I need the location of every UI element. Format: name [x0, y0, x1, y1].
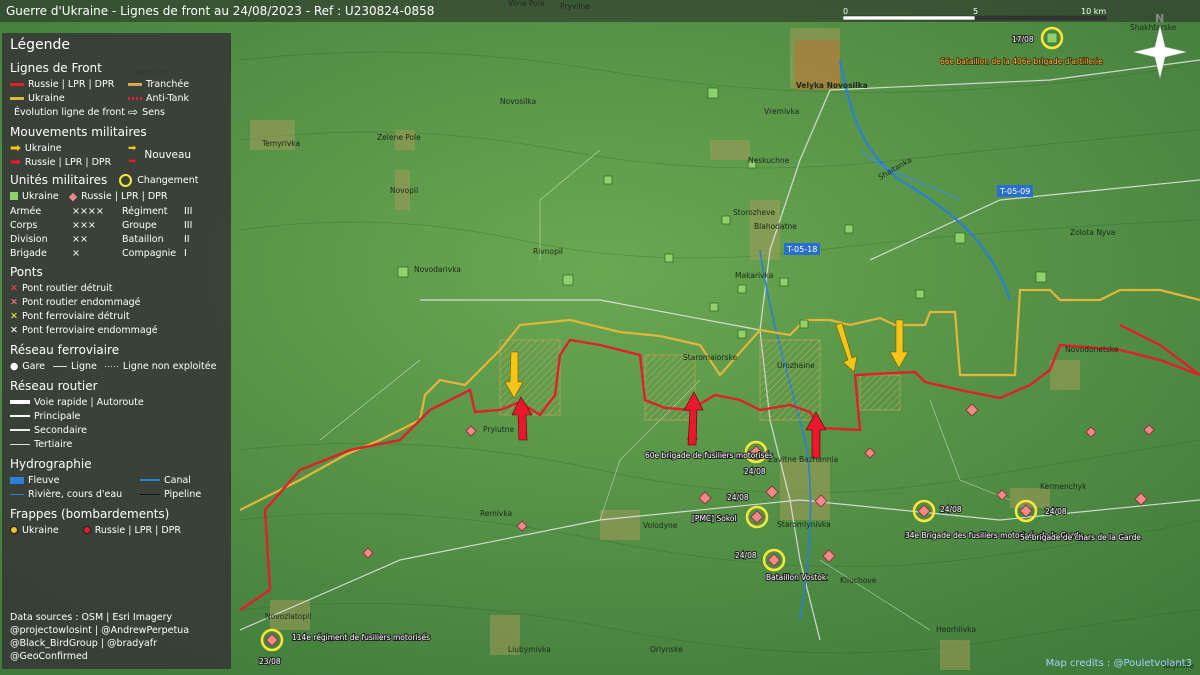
place-label: Remivka — [480, 509, 512, 518]
place-label: Blahodatne — [754, 222, 797, 231]
legend-antitank: Anti-Tank — [146, 92, 190, 104]
place-label: Heorhiivka — [936, 625, 976, 634]
legend-road-heading: Réseau routier — [10, 379, 98, 393]
legend-front-russia: Russie | LPR | DPR — [28, 78, 115, 90]
place-label: Zolota Nyva — [1070, 228, 1115, 237]
unit-114-label: 114e régiment de fusiliers motorisés — [292, 633, 430, 642]
unit-66-date: 17/08 — [1012, 35, 1034, 44]
place-label: Staromaiorske — [683, 353, 737, 362]
place-label: Kliuchove — [840, 576, 877, 585]
svg-text:10 km: 10 km — [1081, 7, 1106, 16]
unit-60-label: 60e brigade de fusiliers motorisés — [645, 451, 773, 460]
legend-unit-russia: Russie | LPR | DPR — [81, 190, 168, 202]
place-label: Novodarivka — [414, 265, 461, 274]
place-label: T-05-18 — [786, 245, 817, 254]
legend-move-new: Nouveau — [144, 149, 192, 161]
legend-title: Légende — [10, 37, 71, 53]
legend-move-ukraine: Ukraine — [24, 142, 62, 154]
russia-unit-icon: ◆ — [68, 189, 78, 203]
ukraine-strike-icon — [10, 526, 18, 534]
place-label: Kermenchyk — [1040, 482, 1087, 491]
legend-unit-ukraine: Ukraine — [22, 190, 59, 202]
bridge-road-damaged-icon: ✕ — [10, 296, 18, 308]
red-arrow-icon: ➡ — [10, 154, 21, 170]
place-label: Staromlynivka — [777, 520, 831, 529]
unit-5-label: 5e brigade de chars de la Garde — [1020, 533, 1141, 542]
legend-trench: Tranchée — [146, 78, 190, 90]
place-label: Pryiutne — [483, 425, 514, 434]
legend-panel: Légende Lignes de Front Russie | LPR | D… — [2, 33, 231, 669]
russia-strike-icon — [82, 526, 91, 534]
place-label: Temyrivka — [261, 139, 300, 148]
yellow-arrow-icon: ➡ — [10, 140, 21, 156]
place-label: Storozheve — [733, 208, 776, 217]
legend-front-ukraine: Ukraine — [28, 92, 65, 104]
unit-vostok-date: 24/08 — [735, 551, 757, 560]
legend-hydro-heading: Hydrographie — [10, 457, 92, 471]
legend-direction: Sens — [142, 106, 165, 118]
unit-sokol-date: 24/08 — [727, 493, 749, 502]
legend-move-russia: Russie | LPR | DPR — [24, 156, 112, 168]
place-label: Zavitne Bazhannia — [768, 455, 838, 464]
place-label: Vremivka — [764, 107, 799, 116]
legend-movements-heading: Mouvements militaires — [10, 125, 147, 139]
bridge-rail-destroyed-icon: ✕ — [10, 310, 18, 322]
unit-sokol-label: [PMC] Sokol — [692, 514, 737, 523]
scale-bar: 0 5 10 km — [842, 5, 1108, 27]
new-ukraine-arrow-icon: ➡ — [128, 143, 137, 154]
map-credit: Map credits : @Pouletvolant3 — [1045, 658, 1192, 669]
bridge-rail-damaged-icon: ✕ — [10, 324, 18, 336]
new-russia-arrow-icon: ➡ — [128, 156, 137, 167]
place-label: Velyka Novosilka — [796, 81, 868, 90]
place-label: Liubymivka — [508, 645, 551, 654]
unit-66-label: 66e bataillon de la 406e brigade d'artil… — [940, 57, 1103, 66]
place-label: Novopil — [390, 186, 418, 195]
legend-strikes-heading: Frappes (bombardements) — [10, 507, 170, 521]
place-label: Makarivka — [735, 271, 773, 280]
svg-text:0: 0 — [843, 7, 848, 16]
legend-front-heading: Lignes de Front — [10, 61, 102, 75]
place-label: Orlynske — [650, 645, 683, 654]
place-label: Novosilka — [500, 97, 536, 106]
svg-text:5: 5 — [973, 7, 978, 16]
ukraine-unit-icon — [10, 192, 18, 200]
place-label: Shakhtarske — [1130, 23, 1177, 32]
place-label: Novozlatopil — [265, 612, 311, 621]
unit-size-table: Armée ×××× Régiment III Corps ××× Groupe III D… — [10, 206, 193, 259]
place-label: T-05-09 — [999, 187, 1030, 196]
place-label: Novodonetske — [1065, 345, 1119, 354]
unit-60-date: 24/08 — [744, 467, 766, 476]
legend-change: Changement — [137, 174, 199, 186]
station-icon: ● — [10, 360, 19, 372]
unit-5-date: 24/08 — [1045, 507, 1067, 516]
unit-114-date: 23/08 — [259, 657, 281, 666]
place-label: Volodyne — [643, 521, 678, 530]
unit-vostok-label: Bataillon Vostok — [766, 573, 827, 582]
place-label: Neskuchne — [748, 156, 790, 165]
unit-34-date: 24/08 — [940, 505, 962, 514]
legend-units-heading: Unités militaires — [10, 173, 108, 187]
legend-evolution: Évolution ligne de front — [14, 106, 126, 118]
legend-rail-heading: Réseau ferroviaire — [10, 343, 120, 357]
legend-bridges-heading: Ponts — [10, 265, 43, 279]
arrow-right-icon: ⇨ — [128, 105, 139, 119]
place-label: Zelene Pole — [377, 133, 421, 142]
change-ring-icon — [119, 173, 133, 187]
data-credits: Data sources : OSM | Esri Imagery @proje… — [10, 612, 190, 662]
place-label: Rivnopil — [533, 247, 563, 256]
bridge-road-destroyed-icon: ✕ — [10, 282, 18, 294]
place-label: Urozhaine — [777, 361, 815, 370]
